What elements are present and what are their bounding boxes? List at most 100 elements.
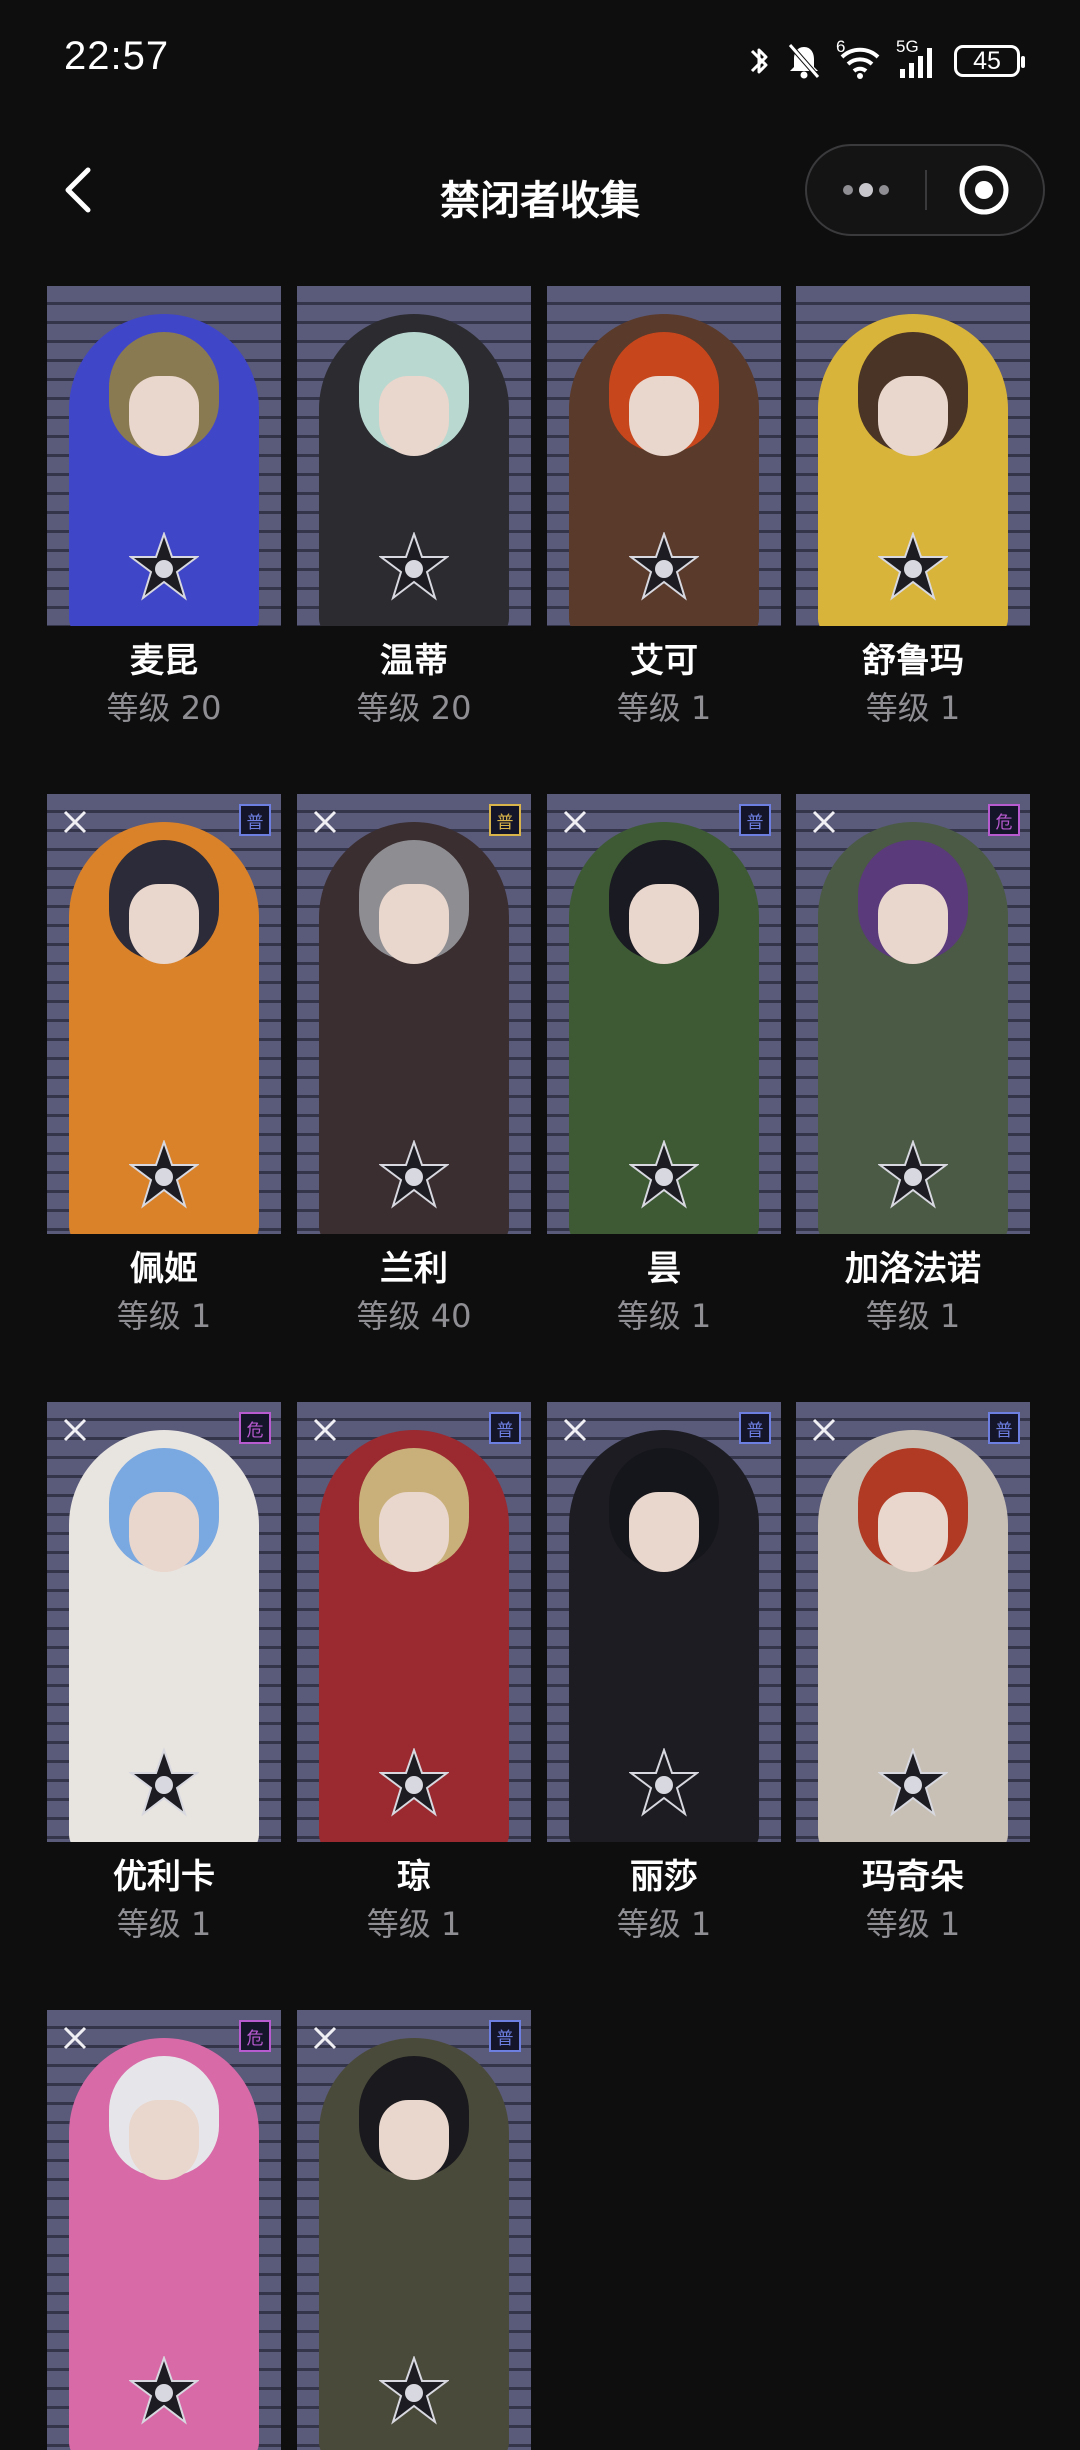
character-face: [878, 884, 948, 964]
rank-badge: 普: [489, 804, 521, 836]
star-emblem-icon: [877, 1746, 949, 1818]
nav-bar: 禁闭者收集: [0, 140, 1080, 244]
rank-badge: 普: [988, 1412, 1020, 1444]
character-level: 等级 20: [356, 689, 472, 727]
character-name: 麦昆: [130, 641, 198, 681]
bluetooth-icon: [750, 48, 768, 74]
character-name: 温蒂: [380, 641, 448, 681]
character-portrait: 危: [47, 2010, 281, 2450]
character-card[interactable]: 普昙等级 1: [547, 794, 781, 1336]
rank-badge: 危: [239, 1412, 271, 1444]
character-card[interactable]: 温蒂等级 20: [297, 286, 531, 728]
battery-icon: 45: [954, 45, 1025, 77]
class-icon: [810, 1416, 838, 1444]
class-icon: [561, 1416, 589, 1444]
character-name: 丽莎: [630, 1857, 698, 1897]
rank-badge: 普: [739, 804, 771, 836]
target-close-icon: [959, 165, 1009, 215]
character-name: 艾可: [630, 641, 698, 681]
character-card[interactable]: 艾可等级 1: [547, 286, 781, 728]
character-face: [629, 376, 699, 456]
rank-badge: 危: [988, 804, 1020, 836]
character-face: [379, 884, 449, 964]
status-time: 22:57: [64, 34, 170, 78]
character-card[interactable]: 危优利卡 等级 1: [47, 1402, 281, 1944]
class-icon: [61, 2024, 89, 2052]
character-portrait: 普: [47, 794, 281, 1234]
class-icon: [61, 1416, 89, 1444]
class-icon: [561, 808, 589, 836]
rank-badge: 普: [489, 1412, 521, 1444]
close-mini-program-button[interactable]: [925, 146, 1043, 234]
class-icon: [311, 2024, 339, 2052]
bell-muted-icon: [788, 43, 820, 79]
character-level: 等级 1: [865, 689, 961, 727]
star-emblem-icon: [378, 1138, 450, 1210]
more-dots-icon: [843, 183, 889, 197]
star-emblem-icon: [877, 1138, 949, 1210]
character-level: 等级 20: [106, 689, 222, 727]
character-card[interactable]: 舒鲁玛等级 1: [796, 286, 1030, 728]
character-card[interactable]: 麦昆等级 20: [47, 286, 281, 728]
wifi-icon: 6: [836, 37, 882, 81]
character-face: [379, 2100, 449, 2180]
character-card[interactable]: 普琼等级 1: [297, 1402, 531, 1944]
character-level: 等级 40: [356, 1297, 472, 1335]
star-emblem-icon: [628, 530, 700, 602]
character-portrait: 普: [297, 1402, 531, 1842]
class-icon: [61, 808, 89, 836]
rank-badge: 普: [239, 804, 271, 836]
status-bar: 22:57 6 5G 45: [0, 0, 1080, 120]
character-card[interactable]: 普丽莎等级 1: [547, 1402, 781, 1944]
more-menu-button[interactable]: [807, 146, 925, 234]
star-emblem-icon: [378, 530, 450, 602]
character-face: [629, 884, 699, 964]
character-portrait: 普: [547, 1402, 781, 1842]
star-emblem-icon: [128, 2354, 200, 2426]
character-name: 玛奇朵: [862, 1857, 964, 1897]
character-level: 等级 1: [616, 689, 712, 727]
class-icon: [810, 808, 838, 836]
character-portrait: [297, 286, 531, 626]
character-name: 昙: [647, 1249, 681, 1289]
character-card[interactable]: 危加洛法诺 等级 1: [796, 794, 1030, 1336]
character-level: 等级 1: [865, 1297, 961, 1335]
battery-level: 45: [973, 46, 1001, 75]
character-portrait: [547, 286, 781, 626]
character-portrait: 普: [547, 794, 781, 1234]
character-portrait: [47, 286, 281, 626]
character-face: [129, 884, 199, 964]
character-card[interactable]: 普兰利 等级 40: [297, 794, 531, 1336]
character-name: 琼: [397, 1857, 431, 1897]
rank-badge: 危: [239, 2020, 271, 2052]
character-name: 舒鲁玛: [862, 641, 964, 681]
character-face: [129, 376, 199, 456]
character-card[interactable]: 普玛奇朵等级 1: [796, 1402, 1030, 1944]
star-emblem-icon: [128, 1138, 200, 1210]
star-emblem-icon: [128, 1746, 200, 1818]
character-face: [878, 1492, 948, 1572]
character-level: 等级 1: [116, 1905, 212, 1943]
character-card[interactable]: 普佩姬 等级 1: [47, 794, 281, 1336]
character-card[interactable]: 危: [47, 2010, 281, 2450]
character-face: [379, 376, 449, 456]
character-level: 等级 1: [616, 1297, 712, 1335]
star-emblem-icon: [128, 530, 200, 602]
character-portrait: 普: [297, 794, 531, 1234]
rank-badge: 普: [489, 2020, 521, 2052]
star-emblem-icon: [877, 530, 949, 602]
character-face: [129, 1492, 199, 1572]
star-emblem-icon: [378, 1746, 450, 1818]
character-level: 等级 1: [865, 1905, 961, 1943]
character-level: 等级 1: [616, 1905, 712, 1943]
star-emblem-icon: [628, 1746, 700, 1818]
character-portrait: 普: [297, 2010, 531, 2450]
rank-badge: 普: [739, 1412, 771, 1444]
character-name: 佩姬: [130, 1249, 198, 1289]
character-card[interactable]: 普: [297, 2010, 531, 2450]
character-portrait: 危: [796, 794, 1030, 1234]
status-icons: 6 5G 45: [746, 36, 1025, 86]
character-face: [129, 2100, 199, 2180]
class-icon: [311, 1416, 339, 1444]
character-level: 等级 1: [366, 1905, 462, 1943]
